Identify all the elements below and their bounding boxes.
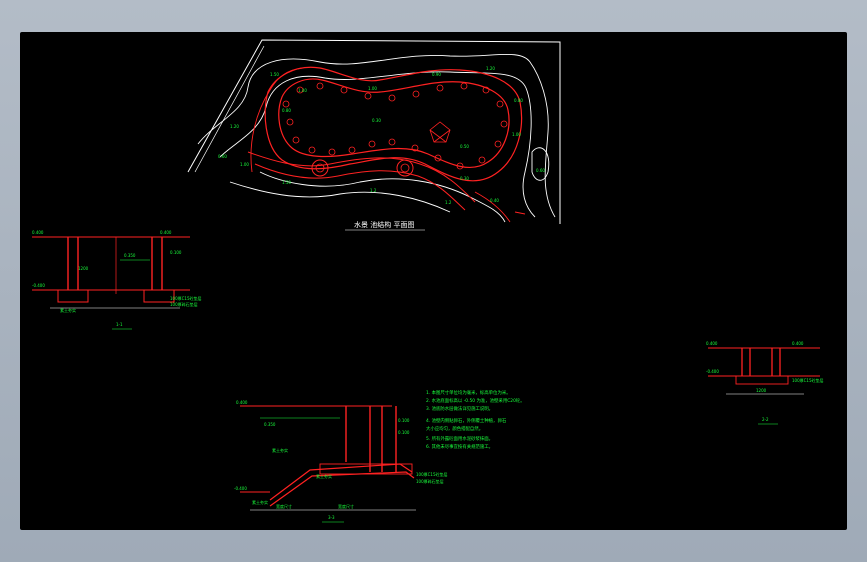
plan-labels: 1.50 0.80 1.40 1.20 0.60 1.00 1.00 0.90 … [218,66,545,205]
svg-text:0.60: 0.60 [536,168,545,173]
base-note: 素土夯实 [252,499,268,505]
pavilion-symbol [429,121,451,143]
stepping-stone [400,163,410,173]
svg-text:0.80: 0.80 [514,98,523,103]
stepping-stone [396,159,414,177]
stream-channel [254,163,466,211]
note-line: 6. 其他未尽事宜按有关规范施工。 [426,443,493,450]
note-line: 2. 水池底面标高以 -0.50 为准，池壁采用C20砼。 [426,397,525,404]
svg-text:1.00: 1.00 [240,162,249,167]
footing-left [57,289,89,303]
level-label: 0.100 [170,250,182,255]
section-label: 1-1 [116,322,123,327]
svg-text:1.00: 1.00 [368,86,377,91]
site-boundary-line [187,39,561,224]
svg-text:1.00: 1.00 [512,132,521,137]
svg-text:0.80: 0.80 [282,108,291,113]
dim-label: 宽度尺寸 [338,503,354,509]
drawing-svg: 1.50 0.80 1.40 1.20 0.60 1.00 1.00 0.90 … [32,39,824,523]
layer-note: 100厚碎石垫层 [170,301,198,307]
note-line: 3. 池底防水层做法详见施工说明。 [426,405,493,412]
base-note: 素土夯实 [316,473,332,479]
base-note: 素土夯实 [60,307,76,313]
note-line: 5. 所有外露砼面用水泥砂浆抹面。 [426,435,493,442]
svg-text:1.40: 1.40 [298,88,307,93]
level-label: -0.400 [706,369,719,374]
svg-text:0.90: 0.90 [432,72,441,77]
pond-outline-outer [264,66,523,182]
note-line: 1. 本图尺寸单位均为毫米，标高单位为米。 [426,389,511,396]
dim-label: 1200 [756,388,767,393]
dim-label: 1200 [78,266,89,271]
contour-line [531,147,550,181]
level-label: 0.100 [398,418,410,423]
svg-text:1.2: 1.2 [370,188,377,193]
section-2-2: 0.400 0.400 -0.400 100厚C15砼垫层 1200 2-2 [706,341,824,425]
svg-text:1.20: 1.20 [486,66,495,71]
layer-note: 100厚C15砼垫层 [170,295,202,301]
note-line: 大小应均匀，颜色搭配自然。 [426,425,483,432]
level-label: 0.400 [236,400,248,405]
svg-text:1.2: 1.2 [445,200,452,205]
plan-title: 水景 池结构 平面图 [354,220,414,229]
svg-text:1.50: 1.50 [282,180,291,185]
svg-text:1.20: 1.20 [230,124,239,129]
slope-bottom [269,463,413,501]
base-note: 素土夯实 [272,447,288,453]
layer-note: 100厚碎石垫层 [416,478,444,484]
svg-text:1.50: 1.50 [270,72,279,77]
site-boundary-inner [194,45,265,173]
section-label: 2-2 [762,417,769,422]
svg-text:0.60: 0.60 [218,154,227,159]
footing [735,375,789,385]
slope-bottom [269,471,415,507]
pond-outline-inner [278,78,510,169]
cad-drawing-canvas[interactable]: 1.50 0.80 1.40 1.20 0.60 1.00 1.00 0.90 … [20,32,847,530]
layer-note: 100厚C15砼垫层 [792,377,824,383]
level-label: 0.400 [792,341,804,346]
level-label: 0.400 [160,230,172,235]
section-3-3: 0.400 0.350 -0.400 0.100 0.100 素土夯实 素土夯实… [234,400,448,523]
level-label: -0.400 [32,283,45,288]
level-label: 0.400 [706,341,718,346]
note-line: 4. 池壁内侧贴卵石，外侧覆土种植，卵石 [426,417,507,424]
svg-text:0.50: 0.50 [460,144,469,149]
level-label: 0.400 [32,230,44,235]
pond-plan-view: 1.50 0.80 1.40 1.20 0.60 1.00 1.00 0.90 … [187,39,561,231]
level-label: 0.100 [398,430,410,435]
section-label: 3-3 [328,515,335,520]
section-1-1: 0.400 0.400 0.350 -0.400 0.100 1200 100厚… [32,230,202,330]
construction-notes: 1. 本图尺寸单位均为毫米，标高单位为米。 2. 水池底面标高以 -0.50 为… [426,389,525,450]
water-level-label: 0.350 [124,253,136,258]
svg-text:0.30: 0.30 [372,118,381,123]
layer-note: 100厚C15砼垫层 [416,471,448,477]
svg-text:0.30: 0.30 [460,176,469,181]
contour-line [229,181,451,213]
path-edge [474,191,511,223]
level-label: -0.400 [234,486,247,491]
dim-label: 宽度尺寸 [276,503,292,509]
path-edge [514,211,526,215]
water-level-label: 0.350 [264,422,276,427]
svg-text:0.40: 0.40 [490,198,499,203]
